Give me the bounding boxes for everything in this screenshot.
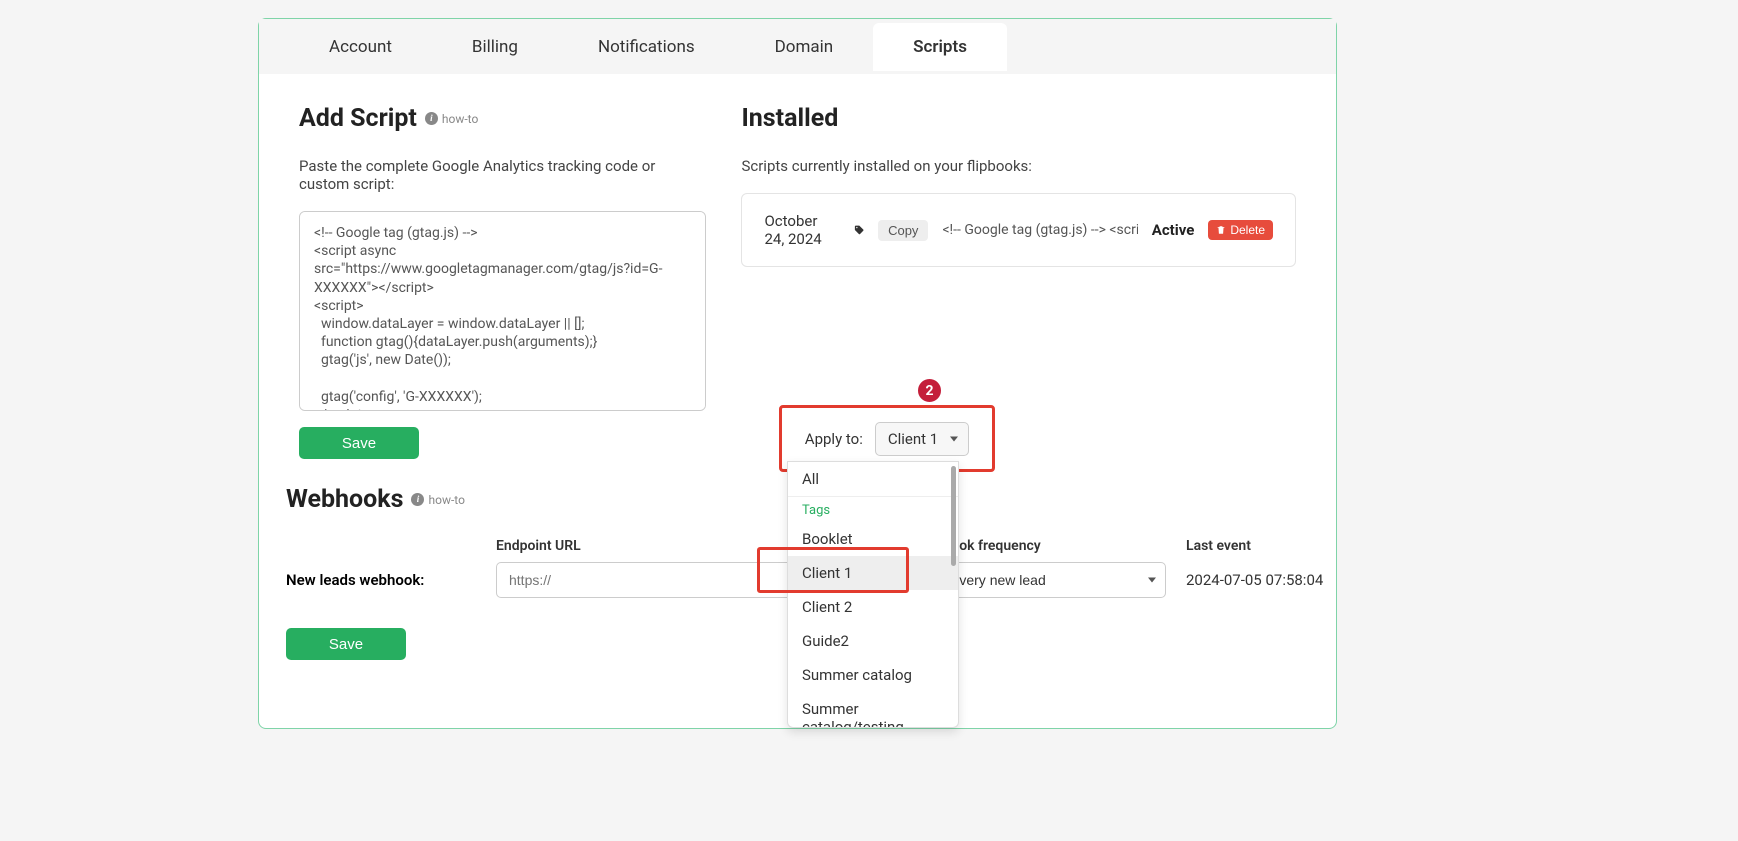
scrollbar-thumb[interactable] — [951, 466, 956, 566]
last-event-value: 2024-07-05 07:58:04 — [1186, 571, 1386, 589]
webhooks-title-text: Webhooks — [286, 485, 403, 514]
delete-button[interactable]: Delete — [1208, 220, 1273, 240]
copy-button[interactable]: Copy — [878, 220, 928, 241]
dropdown-item-booklet[interactable]: Booklet — [788, 522, 958, 556]
tab-billing[interactable]: Billing — [432, 23, 558, 71]
delete-label: Delete — [1230, 223, 1265, 237]
dropdown-header-tags: Tags — [788, 497, 958, 522]
trash-icon — [1216, 225, 1226, 235]
apply-to-label: Apply to: — [805, 430, 863, 448]
tab-domain[interactable]: Domain — [735, 23, 874, 71]
script-preview: <!-- Google tag (gtag.js) --> <script as… — [942, 222, 1137, 238]
apply-to-value: Client 1 — [888, 430, 938, 448]
dropdown-item-client1[interactable]: Client 1 — [788, 556, 958, 590]
tab-bar: Account Billing Notifications Domain Scr… — [259, 19, 1336, 74]
status-badge: Active — [1152, 221, 1195, 239]
dropdown-item-all[interactable]: All — [788, 462, 958, 497]
apply-to-dropdown: All Tags Booklet Client 1 Client 2 Guide… — [787, 461, 959, 728]
add-script-instruction: Paste the complete Google Analytics trac… — [299, 157, 706, 193]
dropdown-item-client2[interactable]: Client 2 — [788, 590, 958, 624]
installed-instruction: Scripts currently installed on your flip… — [741, 157, 1296, 175]
tab-account[interactable]: Account — [289, 23, 432, 71]
dropdown-item-guide2[interactable]: Guide2 — [788, 624, 958, 658]
installed-script-row: October 24, 2024 Copy <!-- Google tag (g… — [741, 193, 1296, 267]
save-script-button[interactable]: Save — [299, 427, 419, 459]
info-icon: i — [425, 112, 438, 125]
dropdown-item-summer-catalog-testing[interactable]: Summer catalog/testing — [788, 692, 958, 728]
webhooks-howto-label: how-to — [428, 493, 464, 507]
installed-title: Installed — [741, 104, 1296, 133]
tab-scripts[interactable]: Scripts — [873, 23, 1007, 71]
chevron-down-icon — [950, 436, 958, 441]
tag-icon — [854, 222, 865, 238]
script-textarea[interactable] — [299, 211, 706, 411]
installed-date: October 24, 2024 — [764, 212, 839, 248]
add-script-title: Add Script i how-to — [299, 104, 706, 133]
tab-notifications[interactable]: Notifications — [558, 23, 735, 71]
step-badge-2: 2 — [916, 377, 943, 404]
apply-to-select[interactable]: Client 1 — [875, 422, 969, 456]
info-icon: i — [411, 493, 424, 506]
howto-link[interactable]: i how-to — [425, 112, 478, 126]
save-webhooks-button[interactable]: Save — [286, 628, 406, 660]
add-script-title-text: Add Script — [299, 104, 417, 133]
new-leads-webhook-label: New leads webhook: — [286, 571, 476, 589]
webhooks-howto-link[interactable]: i how-to — [411, 493, 464, 507]
last-event-label: Last event — [1186, 538, 1386, 554]
dropdown-item-summer-catalog[interactable]: Summer catalog — [788, 658, 958, 692]
howto-label: how-to — [442, 112, 478, 126]
chevron-down-icon — [1148, 578, 1156, 583]
